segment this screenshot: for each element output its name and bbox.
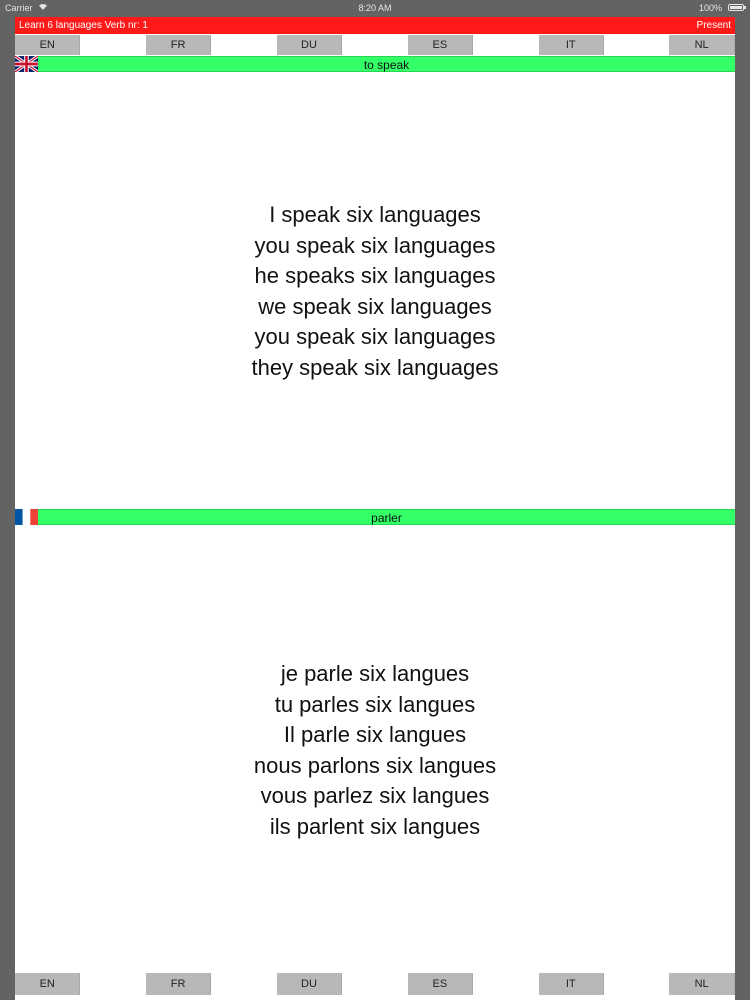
- conjugation-line: you speak six languages: [254, 232, 496, 258]
- status-bar: Carrier 8:20 AM 100%: [0, 0, 750, 16]
- french-conjugation: je parle six langues tu parles six langu…: [15, 659, 735, 842]
- lang-spacer: [211, 35, 277, 55]
- language-bar-bottom: EN FR DU ES IT NL: [15, 973, 735, 995]
- conjugation-line: nous parlons six langues: [253, 752, 497, 778]
- language-bar-top: EN FR DU ES IT NL: [15, 35, 735, 55]
- uk-flag-icon[interactable]: [15, 56, 38, 72]
- lang-button-fr[interactable]: FR: [145, 35, 212, 55]
- conjugation-line: ils parlent six langues: [269, 813, 481, 839]
- lang-button-en[interactable]: EN: [15, 35, 81, 55]
- lang-spacer: [342, 973, 408, 995]
- english-conjugation: I speak six languages you speak six lang…: [15, 200, 735, 383]
- french-verb-label: parler: [38, 509, 735, 525]
- lang-spacer: [473, 973, 539, 995]
- conjugation-line: vous parlez six langues: [260, 783, 490, 808]
- conjugation-line: I speak six languages: [269, 202, 481, 227]
- lang-spacer: [473, 35, 539, 55]
- app-title: Learn 6 languages Verb nr: 1: [19, 20, 148, 31]
- conjugation-line: Il parle six langues: [283, 722, 467, 747]
- app-content: Learn 6 languages Verb nr: 1 Present EN …: [15, 17, 735, 1000]
- lang-button-en[interactable]: EN: [15, 973, 81, 995]
- france-flag-icon[interactable]: [15, 509, 38, 525]
- battery-percent: 100%: [698, 3, 722, 13]
- lang-button-it[interactable]: IT: [538, 973, 604, 995]
- conjugation-line: you speak six languages: [254, 324, 496, 349]
- english-verb-header: to speak: [15, 56, 735, 72]
- lang-spacer: [342, 35, 408, 55]
- lang-button-du[interactable]: DU: [276, 973, 343, 995]
- lang-button-es[interactable]: ES: [407, 973, 474, 995]
- title-bar: Learn 6 languages Verb nr: 1 Present: [15, 17, 735, 34]
- lang-button-nl[interactable]: NL: [669, 973, 735, 995]
- english-verb-label: to speak: [38, 56, 735, 72]
- lang-spacer: [603, 973, 670, 995]
- lang-button-nl[interactable]: NL: [669, 35, 735, 55]
- conjugation-line: they speak six languages: [251, 354, 499, 380]
- conjugation-line: je parle six langues: [280, 661, 470, 686]
- lang-spacer: [80, 973, 146, 995]
- battery-icon: [728, 4, 746, 11]
- lang-button-du[interactable]: DU: [276, 35, 343, 55]
- conjugation-line: we speak six languages: [258, 293, 492, 319]
- clock: 8:20 AM: [358, 3, 392, 13]
- lang-button-it[interactable]: IT: [538, 35, 604, 55]
- conjugation-line: tu parles six langues: [274, 691, 476, 717]
- lang-spacer: [603, 35, 670, 55]
- conjugation-line: he speaks six languages: [254, 263, 496, 288]
- lang-button-fr[interactable]: FR: [145, 973, 212, 995]
- tense-button[interactable]: Present: [697, 20, 731, 31]
- lang-button-es[interactable]: ES: [407, 35, 474, 55]
- lang-spacer: [211, 973, 277, 995]
- french-verb-header: parler: [15, 509, 735, 525]
- lang-spacer: [80, 35, 146, 55]
